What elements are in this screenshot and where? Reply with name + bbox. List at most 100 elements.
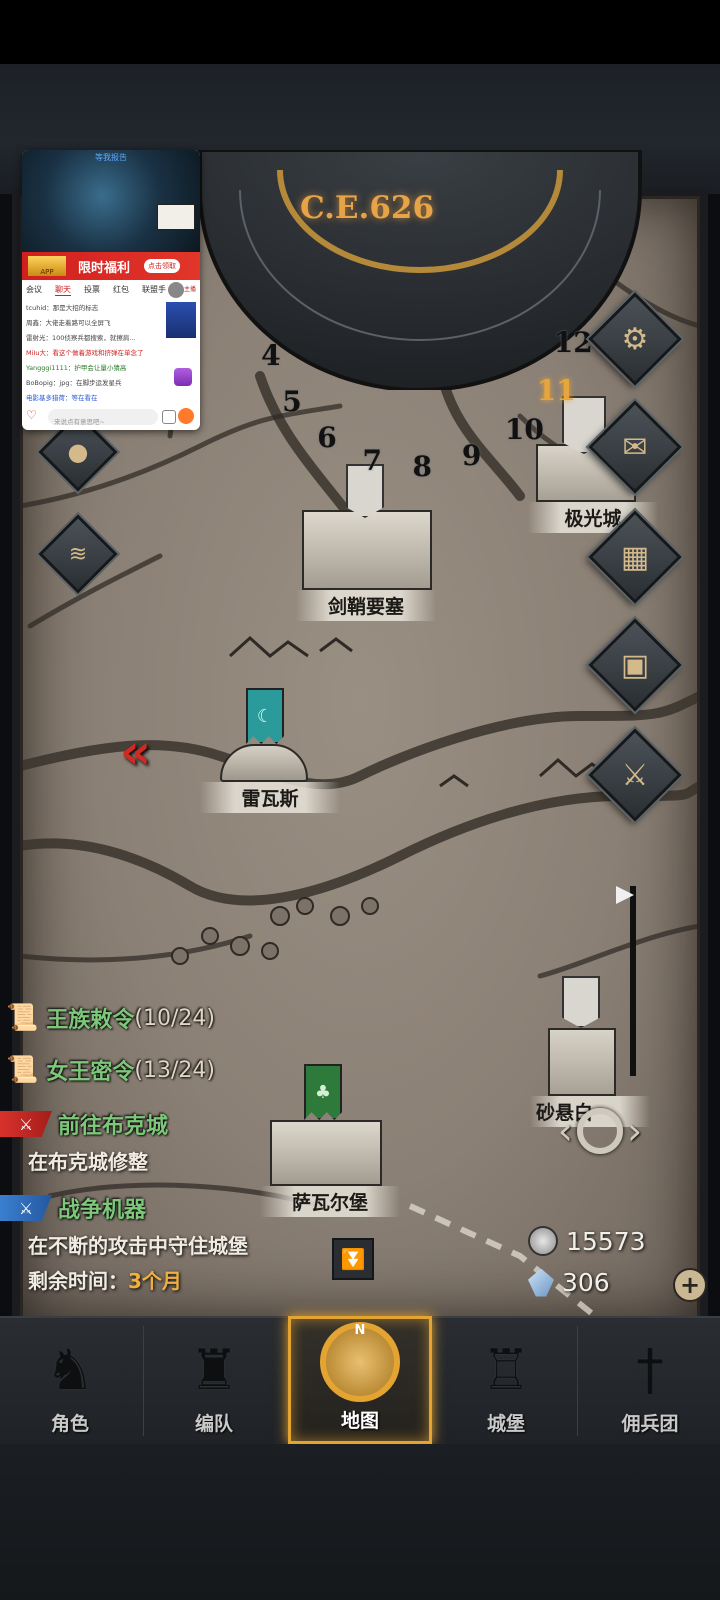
target-icon[interactable]: [577, 1108, 623, 1154]
castle-icon: [302, 510, 432, 590]
nav-character[interactable]: ♞ 角色: [0, 1316, 140, 1444]
nav-label: 城堡: [486, 1413, 525, 1435]
knight-icon: ♞: [44, 1338, 96, 1403]
equipment-frame: ⚔: [588, 728, 682, 822]
status-bar-area: [0, 0, 720, 64]
castle-icon: ♖: [480, 1338, 532, 1403]
map-center-control[interactable]: ‹ ›: [550, 1096, 650, 1166]
mail-frame: ✉: [588, 400, 682, 494]
nav-label: 地图: [340, 1410, 379, 1432]
mission-desc: 在布克城修整: [28, 1150, 148, 1174]
streamer-cam: [157, 204, 195, 230]
month-label: 8: [412, 449, 433, 483]
heart-icon[interactable]: ♡: [26, 408, 44, 426]
silver-coin-icon: [528, 1226, 558, 1256]
nav-formation[interactable]: ♜ 编队: [144, 1316, 284, 1444]
mission-title: 前往布克城: [58, 1114, 169, 1139]
chat-message: 雷射光：100侦察兵都搜索，就擦肩...: [26, 334, 136, 342]
side-promo[interactable]: [166, 302, 196, 338]
month-label: 6: [317, 420, 337, 454]
city-label: 雷瓦斯: [200, 782, 340, 813]
bag-icon: ●: [67, 438, 89, 466]
quest-decree-2[interactable]: 📜 女王密令 (13/24): [6, 1054, 215, 1086]
nav-map[interactable]: N 地图: [288, 1316, 432, 1444]
city-revas[interactable]: ☾ 雷瓦斯: [200, 688, 340, 813]
inventory-icon: ▣: [620, 647, 650, 683]
tab-alliance[interactable]: 联盟手: [142, 284, 166, 296]
bottom-backdrop: [0, 1444, 720, 1600]
plus-icon: +: [679, 1271, 701, 1299]
remaining-value: 3个月: [128, 1269, 182, 1293]
flag-pole: [630, 886, 636, 1076]
remaining-label: 剩余时间：: [28, 1269, 128, 1293]
host-label: 主播: [184, 286, 197, 293]
month-label: 10: [504, 412, 544, 446]
live-tabs: 会议 聊天 投票 红包 联盟手: [26, 284, 166, 296]
helmet-icon: ♜: [188, 1338, 240, 1403]
live-header: 等我报告: [95, 153, 127, 162]
nav-label: 编队: [194, 1413, 233, 1435]
mission-title: 战争机器: [58, 1198, 147, 1223]
equipment-button[interactable]: ⚔: [588, 728, 682, 822]
quest-count: (13/24): [134, 1057, 215, 1083]
cards-button[interactable]: ▦: [588, 510, 682, 604]
flag-icon: [616, 886, 634, 904]
mail-button[interactable]: ✉: [588, 400, 682, 494]
quest-decree-1[interactable]: 📜 王族敕令 (10/24): [6, 1002, 215, 1034]
tree-banner-icon: ♣: [304, 1064, 342, 1120]
chat-list: tcuhid：那是大招的标志 周鑫：大佬走着路可以全屏飞 雷射光：100侦察兵都…: [26, 302, 164, 407]
collapse-down-icon: ⏬: [340, 1247, 366, 1271]
mission-2[interactable]: ⚔ 战争机器 在不断的攻击中守住城堡 剩余时间：3个月: [0, 1192, 330, 1294]
nav-label: 佣兵团: [621, 1413, 679, 1435]
swords-red-icon: ⚔: [0, 1111, 52, 1137]
send-gift-icon[interactable]: [178, 408, 194, 424]
tab-redpacket[interactable]: 红包: [113, 284, 129, 296]
chevron-right-icon[interactable]: ›: [627, 1109, 642, 1153]
chevron-left-icon[interactable]: ‹: [558, 1109, 573, 1153]
crystal-icon: [528, 1268, 554, 1297]
live-video[interactable]: 等我报告: [22, 150, 200, 252]
tab-chat[interactable]: 聊天: [55, 284, 71, 296]
emoji-icon[interactable]: [162, 410, 176, 424]
gift-icon[interactable]: [174, 368, 192, 386]
banner-title: 限时福利: [78, 261, 131, 276]
decree-scroll-icon: 📜: [6, 1055, 39, 1085]
chat-input-placeholder: 来说点有意思吧~: [54, 418, 105, 426]
nav-divider: [143, 1326, 144, 1436]
chat-message: 电影基多猎荷：等在看在: [26, 394, 98, 402]
settings-button[interactable]: ⚙: [588, 292, 682, 386]
chat-message: Yangggi1111：护甲会让量小猜高: [26, 364, 127, 372]
crystal-resource: 306: [528, 1268, 610, 1297]
quest-count: (10/24): [134, 1005, 215, 1031]
nav-mercenary[interactable]: † 佣兵团: [580, 1316, 720, 1444]
chat-input[interactable]: 来说点有意思吧~: [48, 409, 158, 426]
back-arrow-icon[interactable]: «: [120, 724, 151, 780]
city-scabbard-fortress[interactable]: 剑鞘要塞: [296, 464, 436, 621]
month-label: 12: [553, 326, 593, 360]
cards-frame: ▦: [588, 510, 682, 604]
live-stream-overlay[interactable]: 等我报告 APP 限时福利 点击领取 会议 聊天 投票 红包 联盟手 主播 tc…: [22, 150, 200, 430]
mail-icon: ✉: [622, 429, 648, 465]
chat-message: tcuhid：那是大招的标志: [26, 304, 99, 312]
remaining-time: 剩余时间：3个月: [28, 1265, 330, 1294]
inventory-button[interactable]: ▣: [588, 618, 682, 712]
sword-banner-icon: †: [636, 1338, 664, 1403]
promo-banner[interactable]: APP 限时福利 点击领取: [22, 252, 200, 280]
month-label: 5: [282, 384, 302, 418]
collapse-quests-button[interactable]: ⏬: [332, 1238, 374, 1280]
tab-meeting[interactable]: 会议: [26, 284, 42, 296]
village-icon: [220, 744, 308, 782]
add-resource-button[interactable]: +: [673, 1268, 707, 1302]
mission-1[interactable]: ⚔ 前往布克城 在布克城修整: [0, 1108, 300, 1175]
quest-title: 女王密令: [46, 1060, 135, 1085]
nav-castle[interactable]: ♖ 城堡: [436, 1316, 576, 1444]
silver-amount: 15573: [566, 1226, 646, 1256]
chat-message: MiIu大：看这个做着游戏和挤弹在单念了: [26, 349, 144, 357]
crystal-amount: 306: [562, 1268, 610, 1297]
nav-label: 角色: [50, 1413, 89, 1435]
avatar[interactable]: [168, 282, 184, 298]
month-label: 11: [536, 373, 576, 407]
claim-button[interactable]: 点击领取: [144, 259, 180, 273]
gear-icon: ⚙: [621, 321, 649, 357]
tab-vote[interactable]: 投票: [84, 284, 100, 296]
